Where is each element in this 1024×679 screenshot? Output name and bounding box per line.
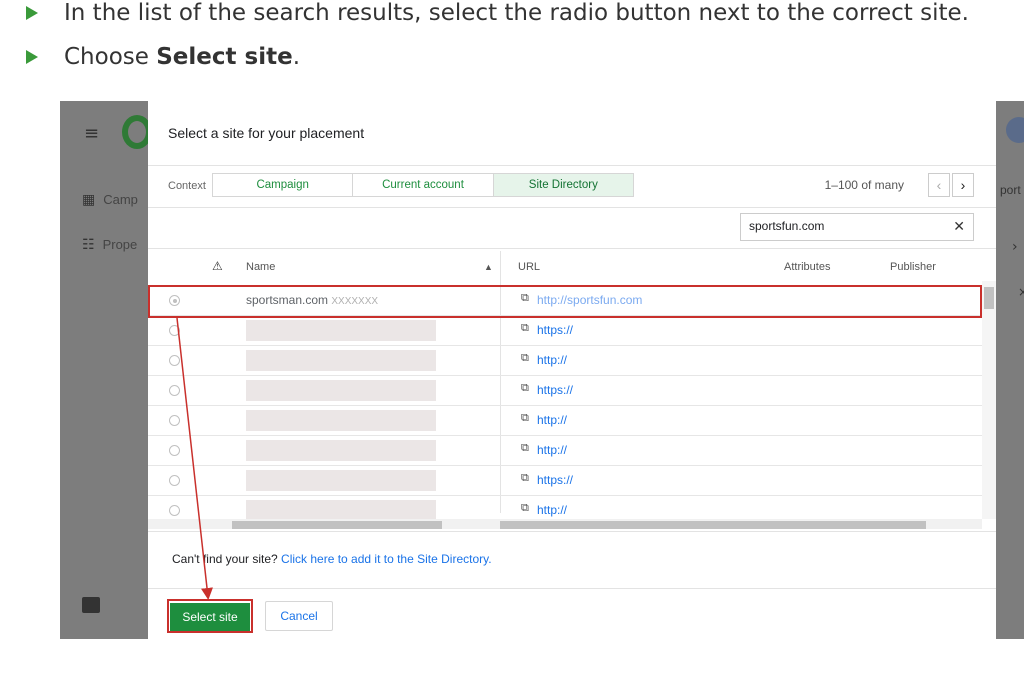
annotation-arrow (176, 317, 213, 600)
arrow-line (176, 317, 213, 600)
